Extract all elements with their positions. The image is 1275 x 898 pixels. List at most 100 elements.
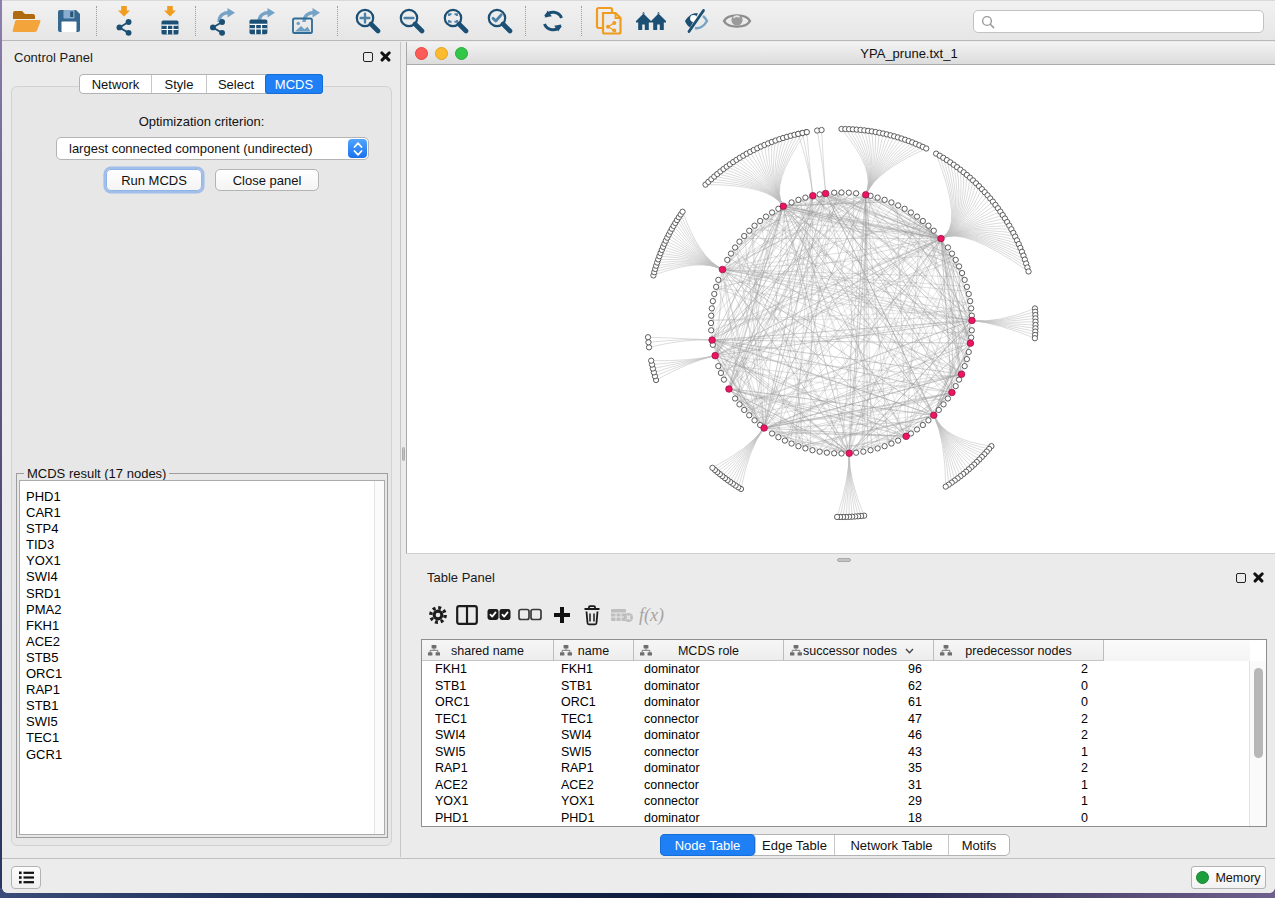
mcds-result-item[interactable]: FKH1 (20, 618, 384, 634)
zoom-in-button[interactable] (350, 4, 384, 38)
mcds-result-list[interactable]: PHD1CAR1STP4TID3YOX1SWI4SRD1PMA2FKH1ACE2… (19, 480, 385, 835)
table-row[interactable]: SWI4SWI4dominator462 (422, 727, 1250, 744)
mcds-result-item[interactable]: SWI4 (20, 569, 384, 585)
network-window-titlebar[interactable]: YPA_prune.txt_1 (407, 42, 1275, 65)
refresh-layout-button[interactable] (536, 4, 570, 38)
table-row[interactable]: PHD1PHD1dominator180 (422, 810, 1250, 827)
panel-menu-button[interactable] (11, 866, 41, 889)
cell-successor-nodes: 61 (784, 694, 934, 711)
add-column-button[interactable] (548, 601, 576, 629)
save-session-button[interactable] (52, 4, 86, 38)
mcds-list-scrollbar[interactable] (374, 481, 384, 834)
mcds-result-item[interactable]: STB1 (20, 698, 384, 714)
delete-column-button[interactable] (578, 601, 606, 629)
table-row[interactable]: STB1STB1dominator620 (422, 678, 1250, 695)
table-scrollbar-thumb[interactable] (1254, 668, 1263, 758)
run-mcds-button[interactable]: Run MCDS (106, 169, 202, 191)
table-rows: FKH1FKH1dominator962STB1STB1dominator620… (422, 661, 1250, 826)
export-table-icon (246, 6, 278, 36)
tab-select[interactable]: Select (207, 75, 266, 93)
dropdown-arrows-icon (348, 139, 367, 158)
export-table-button[interactable] (245, 4, 279, 38)
select-all-check-button[interactable] (485, 601, 513, 629)
table-row[interactable]: YOX1YOX1connector291 (422, 793, 1250, 810)
search-input[interactable] (1000, 15, 1263, 29)
zoom-fit-button[interactable] (438, 4, 472, 38)
criterion-dropdown[interactable]: largest connected component (undirected) (56, 137, 369, 160)
window-close-button[interactable] (415, 47, 428, 60)
close-panel-icon[interactable] (1253, 572, 1264, 583)
table-row[interactable]: ACE2ACE2connector311 (422, 777, 1250, 794)
window-maximize-button[interactable] (455, 47, 468, 60)
delete-table-button[interactable] (608, 601, 636, 629)
column-header-successor-nodes[interactable]: successor nodes (784, 640, 934, 661)
float-panel-icon[interactable] (1236, 573, 1246, 583)
open-file-button[interactable] (9, 4, 43, 38)
mcds-result-item[interactable]: PMA2 (20, 602, 384, 618)
mcds-result-item[interactable]: PHD1 (20, 489, 384, 505)
column-header-name[interactable]: name (554, 640, 634, 661)
cell-successor-nodes: 43 (784, 744, 934, 761)
mcds-result-item[interactable]: GCR1 (20, 747, 384, 763)
tab-node-table[interactable]: Node Table (660, 834, 756, 856)
show-all-button[interactable] (720, 4, 754, 38)
gear-button[interactable] (424, 601, 452, 629)
table-scrollbar[interactable] (1249, 661, 1266, 826)
horizontal-splitter[interactable] (406, 553, 1275, 565)
mcds-result-item[interactable]: SRD1 (20, 586, 384, 602)
first-neighbors-button[interactable] (634, 4, 668, 38)
horizontal-splitter-grip[interactable] (837, 558, 851, 562)
import-network-button[interactable] (107, 4, 141, 38)
mcds-result-item[interactable]: ORC1 (20, 666, 384, 682)
tab-network[interactable]: Network (80, 75, 152, 93)
close-panel-icon[interactable] (380, 51, 391, 62)
tab-style[interactable]: Style (152, 75, 207, 93)
column-header-shared-name[interactable]: shared name (422, 640, 554, 661)
cell-name: ACE2 (554, 777, 634, 794)
column-label: predecessor nodes (965, 644, 1071, 658)
export-network-button[interactable] (205, 4, 239, 38)
cell-shared-name: YOX1 (422, 793, 554, 810)
memory-button[interactable]: Memory (1191, 866, 1266, 889)
network-from-selection-button[interactable] (592, 4, 626, 38)
zoom-selected-button[interactable] (482, 4, 516, 38)
search-box[interactable] (973, 10, 1264, 33)
table-row[interactable]: TEC1TEC1connector472 (422, 711, 1250, 728)
float-panel-icon[interactable] (363, 52, 373, 62)
mcds-result-item[interactable]: TID3 (20, 537, 384, 553)
memory-button-label: Memory (1215, 871, 1260, 885)
zoom-out-button[interactable] (394, 4, 428, 38)
close-panel-button[interactable]: Close panel (215, 169, 319, 191)
column-header-predecessor-nodes[interactable]: predecessor nodes (934, 640, 1104, 661)
hide-selection-button[interactable] (679, 4, 713, 38)
mcds-result-item[interactable]: SWI5 (20, 714, 384, 730)
mcds-result-item[interactable]: STP4 (20, 521, 384, 537)
tab-motifs[interactable]: Motifs (949, 835, 1009, 855)
cell-successor-nodes: 31 (784, 777, 934, 794)
deselect-all-button[interactable] (516, 601, 544, 629)
mcds-result-item[interactable]: YOX1 (20, 553, 384, 569)
tab-edge-table[interactable]: Edge Table (755, 835, 835, 855)
cell-successor-nodes: 96 (784, 661, 934, 678)
mcds-result-group-title: MCDS result (17 nodes) (24, 466, 169, 481)
table-row[interactable]: RAP1RAP1dominator352 (422, 760, 1250, 777)
import-table-button[interactable] (153, 4, 187, 38)
mcds-result-item[interactable]: CAR1 (20, 505, 384, 521)
tab-mcds[interactable]: MCDS (265, 74, 323, 94)
table-row[interactable]: SWI5SWI5connector431 (422, 744, 1250, 761)
tab-network-table[interactable]: Network Table (835, 835, 949, 855)
vertical-splitter-grip[interactable] (402, 447, 405, 461)
window-minimize-button[interactable] (435, 47, 448, 60)
mcds-result-items: PHD1CAR1STP4TID3YOX1SWI4SRD1PMA2FKH1ACE2… (20, 481, 384, 763)
mcds-result-item[interactable]: TEC1 (20, 730, 384, 746)
export-image-button[interactable] (289, 4, 323, 38)
column-header-mcds-role[interactable]: MCDS role (634, 640, 784, 661)
split-columns-button[interactable] (453, 601, 481, 629)
mcds-result-item[interactable]: ACE2 (20, 634, 384, 650)
table-row[interactable]: ORC1ORC1dominator610 (422, 694, 1250, 711)
function-builder-button[interactable]: f(x) (640, 601, 668, 629)
mcds-result-item[interactable]: STB5 (20, 650, 384, 666)
table-row[interactable]: FKH1FKH1dominator962 (422, 661, 1250, 678)
mcds-result-item[interactable]: RAP1 (20, 682, 384, 698)
network-canvas[interactable] (407, 65, 1275, 553)
